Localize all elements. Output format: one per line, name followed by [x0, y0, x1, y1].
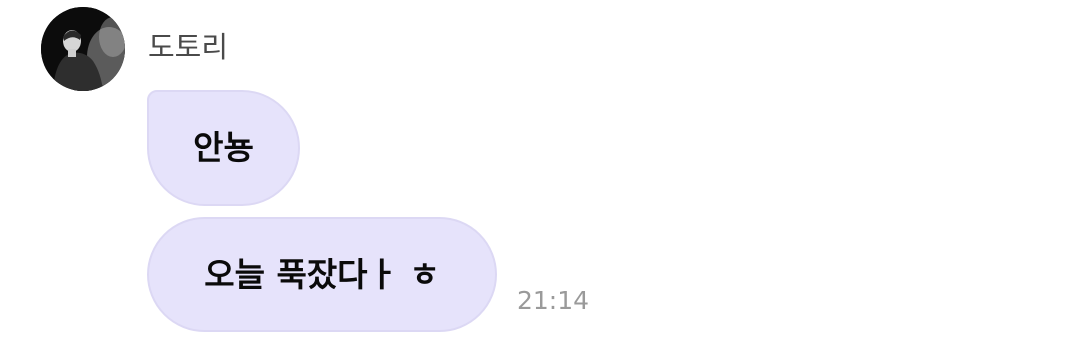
message-text: 오늘 푹잤다ㅏ ㅎ [204, 254, 440, 294]
avatar[interactable] [41, 7, 125, 91]
message-bubble[interactable]: 안뇽 [147, 90, 300, 206]
message-timestamp: 21:14 [517, 286, 590, 315]
message-bubble[interactable]: 오늘 푹잤다ㅏ ㅎ [147, 217, 497, 332]
sender-name: 도토리 [148, 30, 229, 64]
message-text: 안뇽 [193, 128, 254, 167]
profile-photo-image [41, 7, 125, 91]
